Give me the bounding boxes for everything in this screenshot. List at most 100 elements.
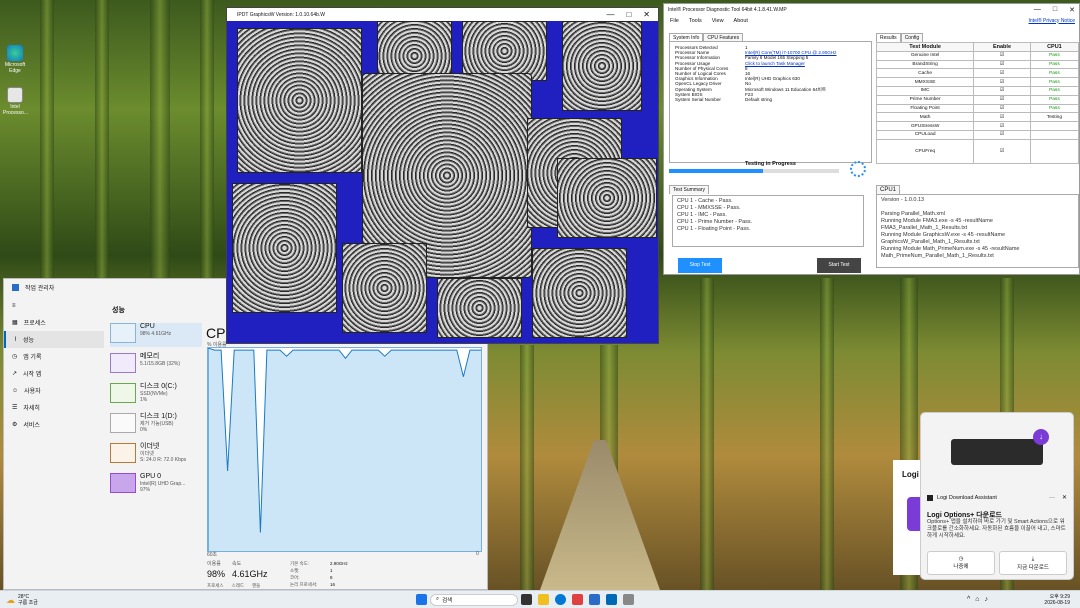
table-row: Prime Number ☑ Pass [875, 94, 1080, 105]
close-icon[interactable]: ✕ [1062, 494, 1067, 501]
maximize-icon[interactable]: □ [1053, 6, 1057, 14]
enable-checkbox[interactable]: ☑ [973, 138, 1031, 164]
disk-thumb [110, 413, 136, 433]
download-now-button[interactable]: ⤓ 지금 다운로드 [999, 551, 1067, 575]
module-name: CPUFreq [875, 138, 975, 164]
later-button[interactable]: ◷ 나중에 [927, 551, 995, 575]
stat-usage: 98% [207, 569, 226, 579]
task-view-icon[interactable] [521, 594, 532, 605]
graphics-window-icon[interactable] [623, 594, 634, 605]
enable-checkbox[interactable]: ☑ [973, 94, 1031, 105]
log-line: Running Module GraphicsW.exe -s 45 -resu… [881, 232, 1006, 245]
table-row: Genuine Intel ☑ Pass [875, 50, 1080, 61]
menu-tools[interactable]: Tools [689, 18, 702, 24]
minimize-icon[interactable]: — [1034, 6, 1041, 14]
history-icon: ◷ [12, 354, 18, 360]
tab-test-summary[interactable]: Test Summary [669, 185, 709, 194]
download-badge-icon: ↓ [1033, 429, 1049, 445]
enable-checkbox[interactable]: ☑ [973, 85, 1031, 96]
module-name: MMXSSE [875, 77, 975, 87]
menu-file[interactable]: File [670, 18, 679, 24]
hamburger-icon[interactable]: ≡ [4, 297, 104, 314]
taskmgr-taskbar-icon[interactable] [589, 594, 600, 605]
device-ethernet[interactable]: 이더넷 이더넷 S: 24.0 R: 72.0 Kbps [110, 443, 202, 467]
weather-widget[interactable]: ☁ 28°C 구름 조금 [6, 594, 38, 606]
tab-config[interactable]: Config [900, 33, 924, 42]
device-memory[interactable]: 메모리 5.1/15.8GB (32%) [110, 353, 202, 377]
nav-services[interactable]: ⚙ 서비스 [4, 416, 104, 433]
enable-checkbox[interactable]: ☑ [973, 121, 1031, 131]
grid-icon: ▦ [12, 320, 18, 326]
diagnostic-tool-window: Intel® Processor Diagnostic Tool 64bit 4… [663, 3, 1080, 275]
stat-proc-labels: 프로세스 스레드 핸들 [207, 583, 261, 588]
close-icon[interactable]: ✕ [643, 10, 650, 19]
desktop-icon-intel[interactable]: Intel Processo... [3, 87, 28, 116]
privacy-link[interactable]: Intel® Privacy Notice [1029, 18, 1075, 24]
file-explorer-icon[interactable] [538, 594, 549, 605]
module-status [1029, 129, 1080, 140]
desktop-icon-edge[interactable]: Microsoft Edge [3, 45, 27, 74]
nav-processes[interactable]: ▦ 프로세스 [4, 314, 104, 331]
module-status: Pass [1029, 85, 1080, 96]
cpu1-log: Version - 1.0.0.13 Parsing Parallel_Math.… [876, 194, 1079, 268]
module-name: Genuine Intel [875, 50, 975, 61]
menu-about[interactable]: About [734, 18, 748, 24]
module-name: Floating Point [875, 103, 975, 114]
nav-startup[interactable]: ↗ 시작 앱 [4, 365, 104, 382]
enable-checkbox[interactable]: ☑ [973, 59, 1031, 70]
store-icon[interactable] [572, 594, 583, 605]
keyboard-image [951, 439, 1043, 465]
module-status: Testing [1029, 112, 1080, 123]
stat-usage-label: 이용률 [207, 561, 221, 567]
clock[interactable]: 오후 9:29 2026-08-19 [1044, 594, 1070, 606]
more-options-icon[interactable]: ··· [1049, 495, 1055, 501]
chevron-up-icon[interactable]: ^ [967, 596, 970, 603]
intel-tool-icon[interactable] [606, 594, 617, 605]
maximize-icon[interactable]: □ [626, 10, 631, 19]
device-disk1[interactable]: 디스크 1(D:) 제거 가능(USB) 0% [110, 413, 202, 437]
users-icon: ☺ [12, 387, 19, 394]
nav-performance[interactable]: ⌇ 성능 [4, 331, 104, 348]
enable-checkbox[interactable]: ☑ [973, 68, 1031, 79]
start-test-button[interactable]: Start Test [817, 258, 861, 273]
nav-details[interactable]: ☰ 자세히 [4, 399, 104, 416]
device-gpu[interactable]: GPU 0 Intel(R) UHD Grap... 97% [110, 473, 202, 497]
render-cube [557, 158, 657, 238]
edge-icon[interactable] [555, 594, 566, 605]
enable-checkbox[interactable]: ☑ [973, 77, 1031, 87]
tab-cpu1[interactable]: CPU1 [876, 185, 901, 194]
forest-path [540, 440, 660, 590]
spinner-icon [850, 161, 866, 177]
menu-view[interactable]: View [712, 18, 724, 24]
taskbar-center: ⌕ 검색 [413, 593, 637, 606]
nav-users[interactable]: ☺ 사용자 [4, 382, 104, 399]
volume-icon[interactable]: ♪ [985, 596, 989, 603]
enable-checkbox[interactable]: ☑ [973, 50, 1031, 61]
enable-checkbox[interactable]: ☑ [973, 103, 1031, 114]
progress-fill [669, 169, 763, 173]
file-icon [7, 87, 23, 103]
network-icon[interactable]: ⌂ [975, 596, 979, 603]
log-line: Running Module Math_PrimeNum.exe -s 45 -… [881, 246, 1020, 259]
nav-app-history[interactable]: ◷ 앱 기록 [4, 348, 104, 365]
enable-checkbox[interactable]: ☑ [973, 129, 1031, 140]
close-icon[interactable]: ✕ [1069, 6, 1075, 14]
search-box[interactable]: ⌕ 검색 [430, 593, 518, 606]
disk-thumb [110, 383, 136, 403]
enable-checkbox[interactable]: ☑ [973, 112, 1031, 123]
memory-thumb [110, 353, 136, 373]
device-cpu[interactable]: CPU 98% 4.61GHz [110, 323, 202, 347]
render-cube [237, 28, 362, 173]
system-info-panel: Processors Detected 1 Processor Name Intel(… [669, 41, 872, 163]
tab-results[interactable]: Results [876, 33, 901, 42]
start-icon[interactable] [416, 594, 427, 605]
gpu-thumb [110, 473, 136, 493]
taskmgr-nav: ≡ ▦ 프로세스 ⌇ 성능 ◷ 앱 기록 ↗ 시작 앱 ☺ 사용자 ☰ 자세히 ⚙ 서비스 [4, 297, 104, 589]
module-status [1029, 121, 1080, 131]
stop-test-button[interactable]: Stop Test [678, 258, 722, 273]
cpu1-tab-wrap: CPU1 [876, 185, 901, 194]
module-name: GPUStressW [875, 121, 975, 131]
minimize-icon[interactable]: — [606, 10, 614, 19]
ethernet-thumb [110, 443, 136, 463]
device-disk0[interactable]: 디스크 0(C:) SSD(NVMe) 1% [110, 383, 202, 407]
